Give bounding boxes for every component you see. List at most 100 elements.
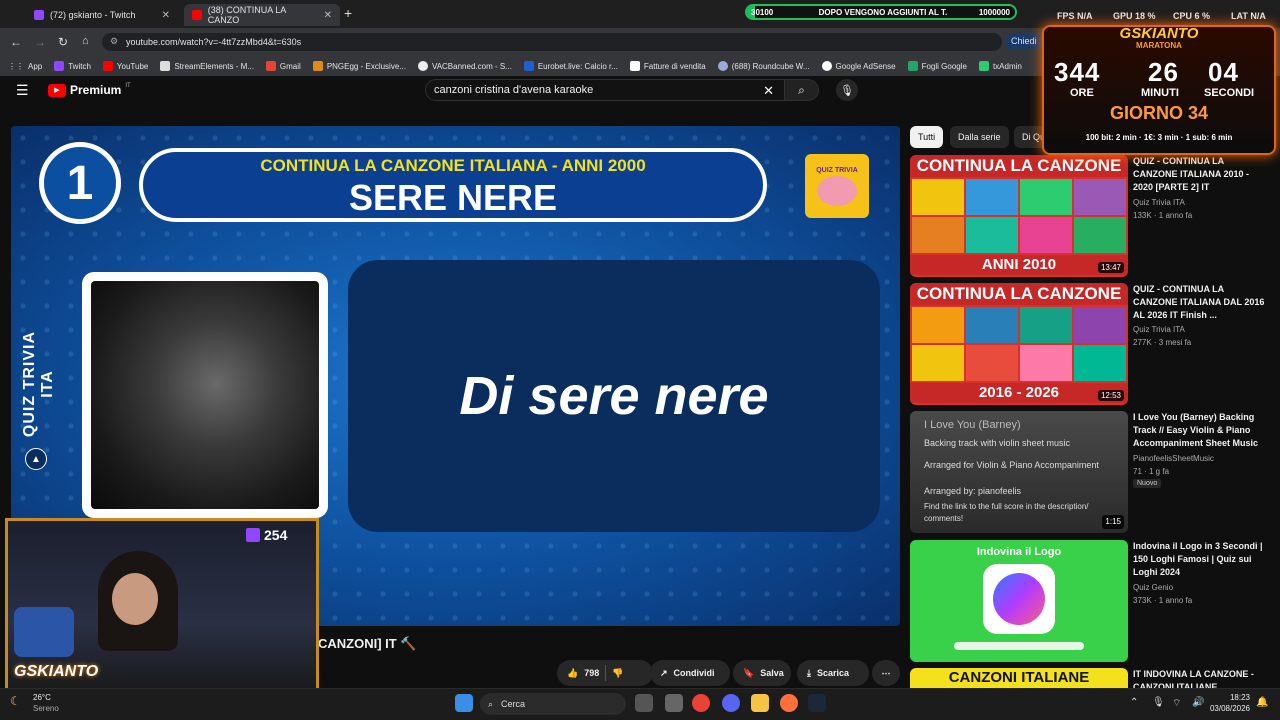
rec-thumbnail[interactable]: CONTINUA LA CANZONE 2016 - 2026 12:53 — [910, 283, 1128, 405]
streamer-face — [112, 573, 158, 625]
vacbanned-icon — [417, 61, 428, 71]
goal-target: 1000000 — [978, 7, 1010, 17]
bookmark-twitch[interactable]: Twitch — [54, 61, 91, 71]
file-explorer-icon[interactable] — [751, 694, 769, 712]
bookmark-gmail[interactable]: Gmail — [265, 61, 301, 71]
gpu-label: GPU — [1113, 11, 1133, 21]
cpu-value: 6 % — [1194, 11, 1211, 21]
url-field[interactable]: ⚙ youtube.com/watch?v=-4tt7zzMbd4&t=630s — [102, 33, 1002, 51]
dislike-button[interactable]: 👎 — [612, 668, 623, 679]
bookmark-adsense[interactable]: Google AdSense — [821, 61, 896, 71]
bookmark-label: PNGEgg - Exclusive... — [326, 61, 406, 71]
url-text: youtube.com/watch?v=-4tt7zzMbd4&t=630s — [126, 37, 302, 47]
tray-chevron-icon[interactable]: ⌃ — [1130, 697, 1138, 708]
gmail-icon — [265, 61, 276, 71]
bookmark-streamelements[interactable]: StreamElements - M... — [160, 61, 254, 71]
pngegg-icon — [312, 61, 323, 71]
timer-title: GSKIANTO — [1119, 25, 1199, 42]
more-actions-button[interactable]: ⋯ — [872, 660, 900, 686]
rec-channel[interactable]: Quiz Genio — [1133, 581, 1173, 594]
rec-title[interactable]: QUIZ - CONTINUA LA CANZONE ITALIANA 2010… — [1133, 155, 1268, 194]
firefox-icon[interactable] — [780, 694, 798, 712]
weather-desc[interactable]: Sereno — [33, 704, 59, 713]
task-view-icon[interactable] — [635, 694, 653, 712]
thumb-line: I Love You (Barney) — [924, 419, 1021, 431]
rec-title[interactable]: I Love You (Barney) Backing Track // Eas… — [1133, 411, 1268, 450]
search-input[interactable]: canzoni cristina d'avena karaoke ✕ — [425, 79, 785, 101]
bookmark-label: (688) Roundcube W... — [731, 61, 810, 71]
new-tab-button[interactable]: + — [344, 5, 352, 21]
like-button[interactable]: 👍 798 — [567, 668, 599, 679]
cpu-label: CPU — [1173, 11, 1193, 21]
notification-icon[interactable]: 🔔 — [1256, 697, 1268, 708]
rec-title[interactable]: Indovina il Logo in 3 Secondi | 150 Logh… — [1133, 540, 1268, 579]
share-button[interactable]: ↗ Condividi — [650, 660, 730, 686]
home-icon[interactable]: ⌂ — [82, 35, 89, 47]
bookmark-roundcube[interactable]: (688) Roundcube W... — [717, 61, 810, 71]
brand-country: IT — [125, 83, 131, 89]
chrome-icon[interactable] — [692, 694, 710, 712]
network-icon[interactable]: ⌔ — [1172, 697, 1181, 710]
streamer-brand: GSKIANTO — [14, 663, 99, 680]
close-icon[interactable]: ✕ — [162, 10, 170, 21]
search-button[interactable]: ⌕ — [785, 79, 819, 101]
bookmark-eurobet[interactable]: Eurobet.live: Calcio r... — [523, 61, 618, 71]
rec-channel[interactable]: PianofeelisSheetMusic — [1133, 452, 1214, 465]
bookmark-txadmin[interactable]: txAdmin — [978, 61, 1022, 71]
eurobet-icon — [523, 61, 534, 71]
bookmark-app[interactable]: ⋮⋮ App — [8, 62, 42, 71]
steam-icon[interactable] — [808, 694, 826, 712]
timer-minutes: 26 — [1148, 57, 1179, 87]
bookmark-label: Fatture di vendita — [643, 61, 706, 71]
site-info-icon[interactable]: ⚙ — [110, 36, 118, 47]
rec-thumbnail[interactable]: Indovina il Logo — [910, 540, 1128, 662]
tab-label: (38) CONTINUA LA CANZO — [207, 5, 286, 25]
bookmark-vacbanned[interactable]: VACBanned.com - S... — [417, 61, 512, 71]
bookmark-fogli[interactable]: Fogli Google — [907, 61, 967, 71]
bookmark-youtube[interactable]: YouTube — [102, 61, 148, 71]
rec-thumbnail[interactable]: CANZONI ITALIANE — [910, 668, 1128, 688]
goal-current: 30100 — [751, 7, 774, 17]
bookmark-fatture[interactable]: Fatture di vendita — [629, 61, 706, 71]
rec-thumbnail[interactable]: CONTINUA LA CANZONE ANNI 2010 13:47 — [910, 155, 1128, 277]
thumb-top-text: Indovina il Logo — [976, 546, 1062, 558]
back-icon[interactable]: ← — [10, 35, 22, 49]
menu-icon[interactable]: ☰ — [16, 82, 29, 99]
rec-channel[interactable]: Quiz Trivia ITA — [1133, 323, 1185, 336]
rec-thumbnail[interactable]: I Love You (Barney) Backing track with v… — [910, 411, 1128, 533]
clear-search-icon[interactable]: ✕ — [763, 83, 774, 99]
webcam-overlay: 254 GSKIANTO — [5, 518, 319, 694]
forward-icon[interactable]: → — [34, 35, 46, 49]
chip-series[interactable]: Dalla serie — [950, 126, 1009, 148]
voice-search-button[interactable]: 🎙 — [836, 79, 858, 101]
youtube-logo[interactable]: ▶ Premium IT — [48, 83, 131, 97]
bookmark-pngegg[interactable]: PNGEgg - Exclusive... — [312, 61, 406, 71]
divider — [605, 665, 607, 681]
lat-value: N/A — [1250, 11, 1266, 21]
widgets-icon[interactable] — [665, 694, 683, 712]
rec-channel[interactable]: Quiz Trivia ITA — [1133, 196, 1185, 209]
taskbar-search[interactable]: ⌕ Cerca — [480, 693, 626, 715]
clock-date[interactable]: 03/08/2026 — [1206, 704, 1250, 713]
discord-icon[interactable] — [722, 694, 740, 712]
chiedi-button[interactable]: Chiedi — [1005, 34, 1043, 50]
clock-time[interactable]: 18:23 — [1212, 693, 1250, 702]
windows-start-icon[interactable] — [455, 694, 473, 712]
rec-title[interactable]: QUIZ - CONTINUA LA CANZONE ITALIANA DAL … — [1133, 283, 1268, 322]
bookmark-label: Twitch — [68, 61, 91, 71]
mic-tray-icon[interactable]: 🎙 — [1152, 697, 1165, 708]
weather-temp[interactable]: 26°C — [33, 693, 51, 702]
download-button[interactable]: ⤓ Scarica — [797, 660, 869, 686]
tab-twitch[interactable]: (72) gskianto - Twitch ✕ — [26, 4, 178, 26]
thumb-top-text: CONTINUA LA CANZONE — [910, 283, 1128, 305]
chip-all[interactable]: Tutti — [910, 126, 944, 148]
save-button[interactable]: 🔖 Salva — [733, 660, 791, 686]
volume-icon[interactable]: 🔊 — [1192, 697, 1204, 708]
rec-meta: 373K · 1 anno fa — [1133, 596, 1193, 605]
rec-meta: 133K · 1 anno fa — [1133, 211, 1193, 220]
banner-title: SERE NERE — [348, 177, 558, 218]
tab-youtube[interactable]: (38) CONTINUA LA CANZO ✕ — [184, 4, 340, 26]
reload-icon[interactable]: ↻ — [58, 35, 68, 49]
rec-title[interactable]: IT INDOVINA LA CANZONE - CANZONI ITALIAN… — [1133, 668, 1268, 688]
close-icon[interactable]: ✕ — [324, 10, 332, 21]
